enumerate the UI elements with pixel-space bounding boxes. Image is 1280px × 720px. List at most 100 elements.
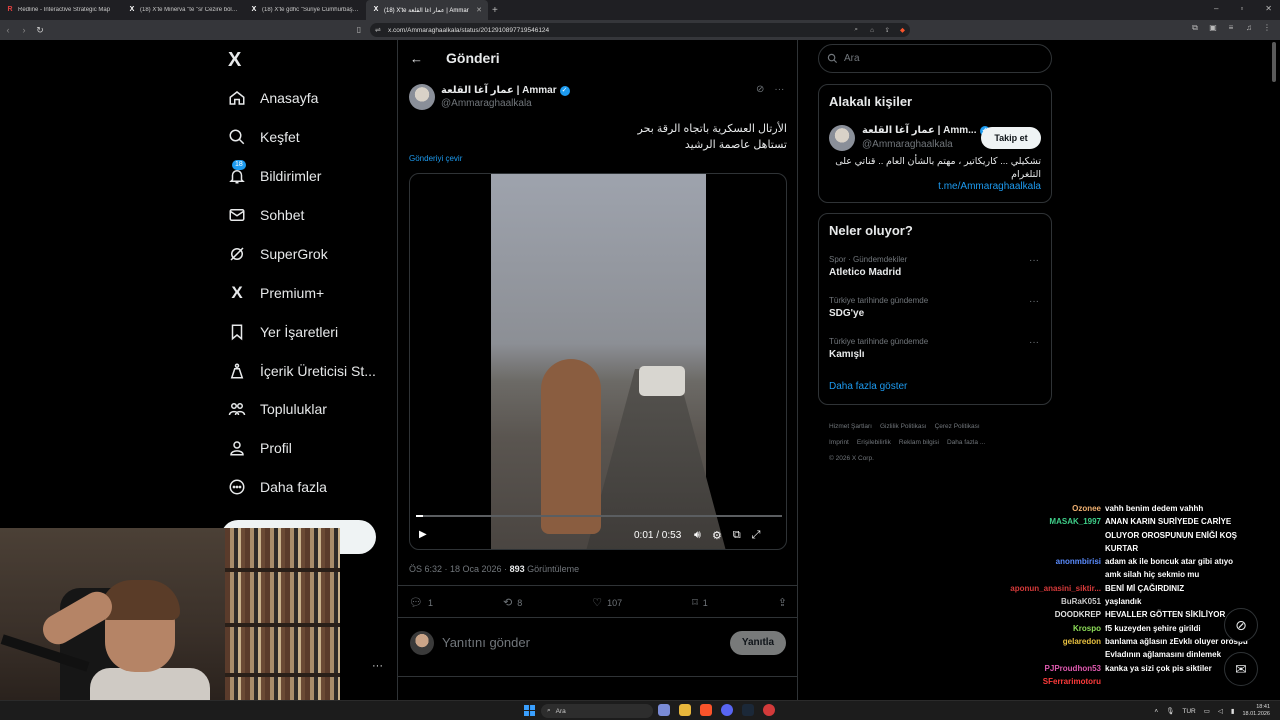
footer-link[interactable]: Gizlilik Politikası bbox=[880, 423, 927, 430]
footer-link[interactable]: Erişilebilirlik bbox=[857, 439, 891, 446]
menu-icon[interactable]: ≡ bbox=[1226, 23, 1236, 33]
site-info-icon[interactable]: ⇌ bbox=[375, 26, 381, 34]
zoom-icon[interactable]: ⌕ bbox=[854, 26, 858, 34]
sidebar-item-explore[interactable]: Keşfet bbox=[228, 126, 300, 148]
footer-link[interactable]: Çerez Politikası bbox=[935, 423, 980, 430]
video-progress-bar[interactable] bbox=[416, 515, 782, 517]
language-indicator[interactable]: TUR bbox=[1182, 708, 1195, 715]
browser-tab[interactable]: X (18) X'te gdhc "Suriye Cumhurbaşkanı bbox=[244, 0, 366, 20]
page-scrollbar[interactable] bbox=[1272, 42, 1276, 82]
brave-browser-icon[interactable] bbox=[700, 704, 712, 716]
tray-overflow-icon[interactable]: ˄ bbox=[1154, 708, 1158, 715]
footer-link[interactable]: Hizmet Şartları bbox=[829, 423, 872, 430]
sidebar-item-communities[interactable]: Topluluklar bbox=[228, 398, 327, 420]
trend-more-icon[interactable]: ··· bbox=[1029, 337, 1039, 348]
more-options-icon[interactable]: ··· bbox=[774, 84, 784, 95]
trend-context: Spor · Gündemdekiler bbox=[829, 255, 908, 264]
author-handle[interactable]: @Ammaraghaalkala bbox=[441, 98, 532, 109]
related-handle[interactable]: @Ammaraghaalkala bbox=[862, 139, 953, 150]
share-action[interactable]: ⇪ bbox=[778, 596, 787, 609]
back-arrow-icon[interactable]: ← bbox=[410, 51, 423, 66]
follow-button[interactable]: Takip et bbox=[981, 127, 1041, 149]
microphone-icon[interactable]: 🎙︎ bbox=[1166, 707, 1174, 715]
browser-tab[interactable]: R Redline - Interactive Strategic Map bbox=[0, 0, 122, 20]
reply-button[interactable]: Yanıtla bbox=[730, 631, 786, 655]
back-icon[interactable]: ‹ bbox=[0, 25, 16, 35]
reload-icon[interactable]: ↻ bbox=[32, 25, 48, 36]
grok-icon[interactable]: ⊘ bbox=[756, 84, 764, 95]
related-name[interactable]: عمار آغا القلعة | Amm... ✓ bbox=[862, 125, 990, 136]
trend-name[interactable]: Kamışlı bbox=[829, 349, 865, 360]
related-avatar[interactable] bbox=[829, 125, 855, 151]
taskbar-search[interactable]: ⌕ Ara bbox=[541, 704, 653, 718]
search-input[interactable]: Ara bbox=[818, 44, 1052, 73]
translate-icon[interactable]: ⌂ bbox=[870, 27, 874, 34]
reply-input[interactable]: Yanıtını gönder bbox=[442, 635, 530, 650]
obs-icon[interactable] bbox=[763, 704, 775, 716]
close-tab-icon[interactable]: ✕ bbox=[476, 6, 482, 14]
overflow-menu-icon[interactable]: ⋮ bbox=[1262, 23, 1272, 33]
post-timestamp[interactable]: ÖS 6:32 · 18 Oca 2026 · bbox=[409, 564, 510, 574]
like-action[interactable]: ♡ 107 bbox=[592, 596, 622, 609]
new-tab-button[interactable]: + bbox=[492, 5, 498, 16]
sidebar-item-chat[interactable]: Sohbet bbox=[228, 204, 304, 226]
volume-icon[interactable]: 🔊︎ bbox=[694, 529, 701, 542]
system-clock[interactable]: 18:41 18.01.2026 bbox=[1242, 704, 1270, 718]
grok-float-icon[interactable]: ⊘ bbox=[1224, 608, 1258, 642]
sidebar-item-notifications[interactable]: 18 Bildirimler bbox=[228, 160, 321, 187]
wallet-icon[interactable]: ▣ bbox=[1208, 23, 1218, 33]
trend-name[interactable]: Atletico Madrid bbox=[829, 267, 901, 278]
system-tray: ˄ 🎙︎ TUR ▭ ◁ ▮ 18:41 18.01.2026 bbox=[1154, 704, 1270, 718]
sidebar-item-premium[interactable]: X Premium+ bbox=[228, 282, 324, 304]
trend-more-icon[interactable]: ··· bbox=[1029, 255, 1039, 266]
sidebar-item-profile[interactable]: Profil bbox=[228, 437, 292, 459]
author-name[interactable]: عمار آغا القلعة | Ammar ✓ bbox=[441, 85, 570, 96]
close-window-icon[interactable]: ✕ bbox=[1265, 4, 1272, 13]
play-icon[interactable]: ▶ bbox=[419, 529, 427, 540]
discord-icon[interactable] bbox=[721, 704, 733, 716]
share-icon[interactable]: ⇪ bbox=[885, 26, 890, 34]
steam-icon[interactable] bbox=[742, 704, 754, 716]
file-explorer-icon[interactable] bbox=[679, 704, 691, 716]
bookmark-action[interactable]: ⌑ 1 bbox=[692, 596, 708, 609]
sidebar-item-creator-studio[interactable]: İçerik Üreticisi St... bbox=[228, 360, 376, 382]
battery-icon[interactable]: ▮ bbox=[1231, 707, 1235, 715]
footer-link[interactable]: Daha fazla ... bbox=[947, 439, 985, 446]
sidebar-item-bookmarks[interactable]: Yer İşaretleri bbox=[228, 321, 338, 343]
video-player[interactable]: ▶ 0:01 / 0:53 🔊︎ ⚙ ⧉ ⤢ bbox=[409, 173, 787, 550]
footer-link[interactable]: Reklam bilgisi bbox=[899, 439, 939, 446]
reply-action[interactable]: 💬︎ 1 bbox=[409, 596, 433, 609]
sidebar-item-supergrok[interactable]: SuperGrok bbox=[228, 243, 328, 265]
show-more-link[interactable]: Daha fazla göster bbox=[829, 381, 907, 392]
sidebar-item-home[interactable]: Anasayfa bbox=[228, 87, 318, 109]
account-more-icon[interactable]: ··· bbox=[372, 660, 383, 672]
footer-link[interactable]: Imprint bbox=[829, 439, 849, 446]
messages-float-icon[interactable]: ✉ bbox=[1224, 652, 1258, 686]
picture-in-picture-icon[interactable]: ⧉ bbox=[733, 529, 741, 542]
maximize-icon[interactable]: ▫ bbox=[1240, 4, 1243, 13]
extensions-icon[interactable]: ⧉ bbox=[1190, 23, 1200, 33]
translate-post-link[interactable]: Gönderiyi çevir bbox=[409, 154, 462, 163]
settings-gear-icon[interactable]: ⚙ bbox=[712, 529, 722, 542]
fullscreen-icon[interactable]: ⤢ bbox=[752, 529, 761, 542]
address-bar[interactable]: ⇌ x.com/Ammaraghaalkala/status/201291089… bbox=[370, 23, 910, 37]
network-icon[interactable]: ▭ bbox=[1204, 707, 1210, 715]
notification-badge: 18 bbox=[232, 160, 246, 170]
bookmark-page-icon[interactable]: ▯ bbox=[354, 25, 364, 35]
volume-icon[interactable]: ◁ bbox=[1218, 707, 1223, 715]
trend-more-icon[interactable]: ··· bbox=[1029, 296, 1039, 307]
media-icon[interactable]: ♫ bbox=[1244, 23, 1254, 33]
browser-tab-active[interactable]: X (18) X'te عمار آغا القلعة | Ammar ✕ bbox=[366, 0, 488, 20]
author-avatar[interactable] bbox=[409, 84, 435, 110]
x-logo[interactable]: X bbox=[228, 49, 241, 72]
minimize-icon[interactable]: – bbox=[1214, 4, 1218, 13]
brave-shield-icon[interactable]: ◆ bbox=[900, 26, 905, 34]
browser-tab[interactable]: X (18) X'te Minerva "te "sr Cezire bölge bbox=[122, 0, 244, 20]
sidebar-item-more[interactable]: Daha fazla bbox=[228, 476, 327, 498]
trend-name[interactable]: SDG'ye bbox=[829, 308, 864, 319]
forward-icon[interactable]: › bbox=[16, 25, 32, 35]
widget-app-icon[interactable] bbox=[658, 704, 670, 716]
repost-action[interactable]: ⟲ 8 bbox=[503, 596, 522, 609]
related-link[interactable]: t.me/Ammaraghaalkala bbox=[829, 181, 1041, 192]
windows-start-icon[interactable] bbox=[524, 705, 535, 716]
